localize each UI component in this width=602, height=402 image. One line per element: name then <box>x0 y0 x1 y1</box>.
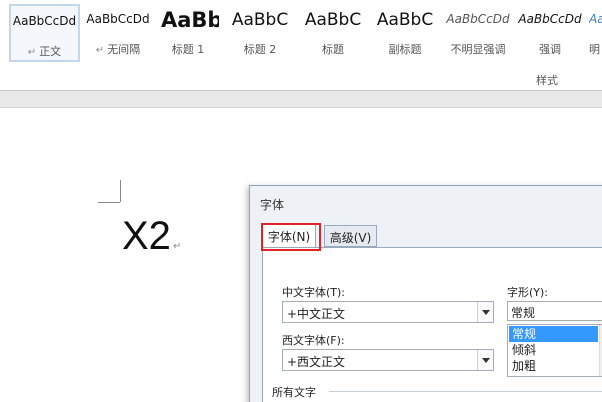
style-label: 不明显强调 <box>450 43 506 56</box>
font-style-input[interactable]: 常规 <box>507 301 602 321</box>
style-label: 强调 <box>539 43 561 56</box>
style-preview: AaBbCcDd <box>518 12 582 26</box>
list-item[interactable]: 加粗 <box>509 358 598 374</box>
style-preview: AaBbCcDd <box>12 14 77 28</box>
style-preview: AaBbC <box>231 10 289 30</box>
style-label: 明 <box>589 43 600 56</box>
font-dialog: 字体 字体(N) 高级(V) 中文字体(T): +中文正文 西文字体(F): +… <box>249 185 602 402</box>
font-style-list[interactable]: 常规 倾斜 加粗 <box>507 324 602 377</box>
paragraph-mark-icon: ↵ <box>95 45 105 56</box>
style-label: ↵ 正文 <box>27 45 62 58</box>
dialog-title: 字体 <box>260 198 285 212</box>
style-tile-heading-1[interactable]: AaBb 标题 1 <box>157 4 219 62</box>
list-item[interactable]: 常规 <box>509 326 598 342</box>
styles-gallery: AaBbCcDd ↵ 正文 AaBbCcDd ↵ 无间隔 AaBb 标题 1 AaB… <box>0 0 602 64</box>
style-tile-subtle-emphasis[interactable]: AaBbCcDd 不明显强调 <box>443 4 513 62</box>
chinese-font-select[interactable]: +中文正文 <box>282 301 494 323</box>
styles-group-label: 样式 <box>536 74 558 87</box>
styles-ribbon: AaBbCcDd ↵ 正文 AaBbCcDd ↵ 无间隔 AaBb 标题 1 AaB… <box>0 0 602 92</box>
style-preview: AaBbC <box>376 10 434 30</box>
style-preview: Aa <box>589 12 602 26</box>
font-tab-panel: 中文字体(T): +中文正文 西文字体(F): +西文正文 字形(Y): 常规 … <box>262 247 602 402</box>
style-label: ↵ 无间隔 <box>95 43 141 56</box>
style-tile-subtitle[interactable]: AaBbC 副标题 <box>370 4 440 62</box>
chevron-down-icon[interactable] <box>477 350 493 370</box>
style-label: 标题 <box>322 43 344 56</box>
western-font-label: 西文字体(F): <box>282 334 345 347</box>
chinese-font-value: +中文正文 <box>287 307 346 321</box>
style-tile-partial[interactable]: Aa 明 <box>589 4 602 62</box>
paragraph-mark-icon: ↵ <box>172 241 182 252</box>
style-tile-title[interactable]: AaBbC 标题 <box>298 4 368 62</box>
western-font-value: +西文正文 <box>287 355 346 369</box>
chinese-font-label: 中文字体(T): <box>282 286 346 299</box>
tab-highlight-box <box>261 223 321 251</box>
style-preview: AaBbCcDd <box>446 12 510 26</box>
document-text[interactable]: X2 ↵ <box>122 212 181 271</box>
style-label: 副标题 <box>388 43 422 56</box>
style-label: 标题 2 <box>243 43 277 56</box>
font-style-label: 字形(Y): <box>507 286 549 299</box>
style-tile-heading-2[interactable]: AaBbC 标题 2 <box>226 4 294 62</box>
style-label: 标题 1 <box>171 43 205 56</box>
style-tile-emphasis[interactable]: AaBbCcDd 强调 <box>515 4 585 62</box>
paragraph-mark-icon: ↵ <box>27 47 37 58</box>
section-label: 所有文字 <box>272 386 316 399</box>
western-font-select[interactable]: +西文正文 <box>282 349 494 371</box>
style-tile-normal[interactable]: AaBbCcDd ↵ 正文 <box>9 4 80 62</box>
tab-advanced[interactable]: 高级(V) <box>324 225 377 247</box>
style-preview: AaBbC <box>304 10 362 30</box>
chevron-down-icon[interactable] <box>477 302 493 322</box>
style-tile-no-spacing[interactable]: AaBbCcDd ↵ 无间隔 <box>82 4 154 62</box>
margin-corner-mark <box>120 180 121 202</box>
section-divider <box>329 391 602 392</box>
list-item[interactable]: 倾斜 <box>509 342 598 358</box>
margin-corner-mark <box>98 202 120 203</box>
style-preview: AaBbCcDd <box>86 12 150 26</box>
style-preview: AaBb <box>161 8 219 32</box>
